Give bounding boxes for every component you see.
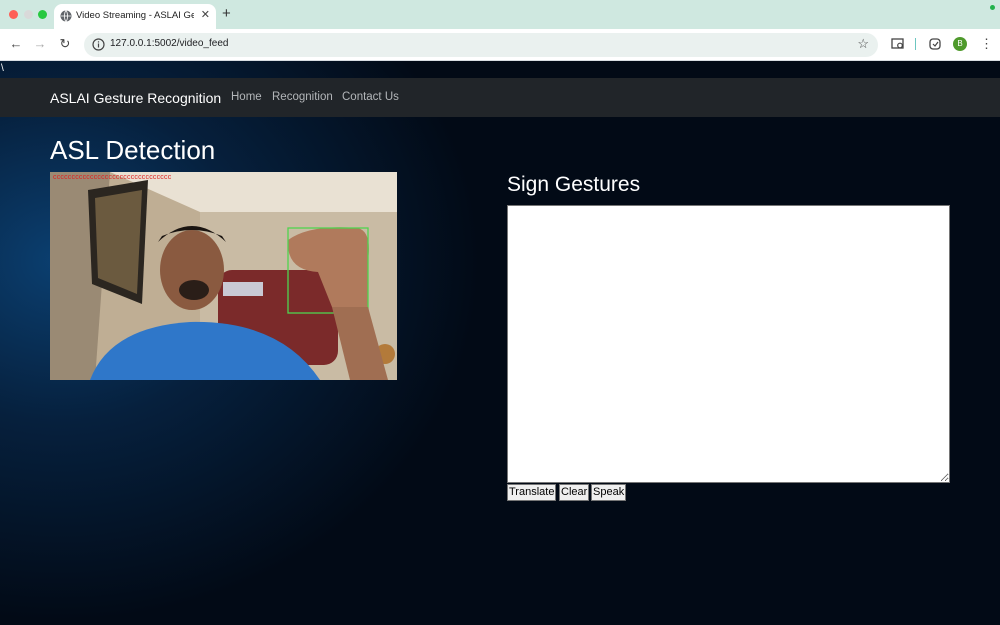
detection-overlay-text: cccccccccccccccccccccccccccccccc: [53, 174, 172, 181]
address-bar[interactable]: 127.0.0.1:5002/video_feed ☆: [84, 33, 878, 57]
site-navbar: ASLAI Gesture Recognition Home Recogniti…: [0, 78, 1000, 117]
profile-avatar[interactable]: B: [953, 37, 967, 51]
sign-gestures-heading: Sign Gestures: [507, 173, 641, 196]
close-tab-icon[interactable]: ✕: [201, 8, 210, 21]
forward-arrow-icon[interactable]: →: [32, 36, 48, 52]
speak-button[interactable]: Speak: [591, 484, 627, 501]
video-frame-image: [50, 172, 397, 380]
globe-icon: [60, 10, 72, 22]
bookmark-star-icon[interactable]: ☆: [857, 36, 869, 52]
close-window-button[interactable]: [9, 10, 18, 19]
tab-title: Video Streaming - ASLAI Ges: [76, 10, 194, 21]
sign-gestures-textarea[interactable]: [507, 205, 950, 483]
nav-link-home[interactable]: Home: [231, 91, 262, 103]
reload-icon[interactable]: ↻: [57, 36, 73, 52]
new-tab-icon[interactable]: +: [222, 5, 231, 22]
minimize-window-button[interactable]: [24, 10, 33, 19]
translate-button[interactable]: Translate: [507, 484, 557, 501]
page-title: ASL Detection: [50, 135, 216, 165]
maximize-window-button[interactable]: [38, 10, 47, 19]
clear-button[interactable]: Clear: [559, 484, 590, 501]
nav-link-contact-us[interactable]: Contact Us: [342, 91, 399, 103]
status-dot-icon: [990, 5, 995, 10]
toolbar-divider: [915, 38, 916, 50]
browser-tab[interactable]: Video Streaming - ASLAI Ges ✕: [54, 4, 216, 29]
url-text: 127.0.0.1:5002/video_feed: [110, 38, 229, 49]
back-arrow-icon[interactable]: ←: [8, 36, 24, 52]
extensions-icon[interactable]: [928, 37, 942, 51]
browser-tab-bar: Video Streaming - ASLAI Ges ✕ +: [0, 0, 1000, 29]
tab-search-icon[interactable]: [891, 37, 905, 51]
browser-toolbar: ← → ↻ 127.0.0.1:5002/video_feed ☆ B ⋮: [0, 29, 1000, 61]
navbar-brand[interactable]: ASLAI Gesture Recognition: [50, 90, 221, 106]
page-body: \ ASLAI Gesture Recognition Home Recogni…: [0, 61, 1000, 625]
video-feed: cccccccccccccccccccccccccccccccc: [50, 172, 397, 380]
browser-menu-icon[interactable]: ⋮: [980, 36, 993, 52]
site-info-icon[interactable]: [92, 38, 105, 51]
stray-text: \: [1, 63, 4, 74]
nav-link-recognition[interactable]: Recognition: [272, 91, 333, 103]
